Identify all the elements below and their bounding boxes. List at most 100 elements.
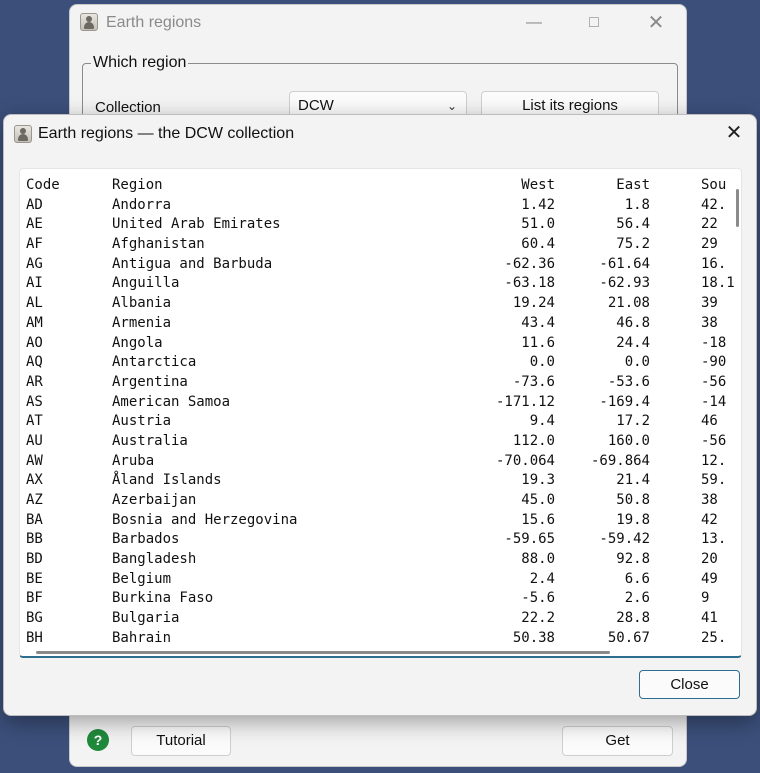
minimize-icon[interactable]: — xyxy=(522,13,546,33)
table-body: Code Region West East Sou AD Andorra 1.42 1… xyxy=(20,176,741,649)
column-header-code[interactable]: Code xyxy=(26,177,60,193)
table-row[interactable]: AO Angola 11.6 24.4 -18 xyxy=(20,334,741,354)
cell-code: AD xyxy=(26,196,43,213)
cell-east: -59.42 xyxy=(599,531,650,548)
table-row[interactable]: BF Burkina Faso -5.6 2.6 9 xyxy=(20,589,741,609)
cell-region: Argentina xyxy=(112,373,188,390)
group-title: Which region xyxy=(91,54,189,72)
cell-west: 2.4 xyxy=(529,570,555,587)
get-button[interactable]: Get xyxy=(562,726,673,756)
cell-code: AS xyxy=(26,393,43,410)
table-row[interactable]: BE Belgium 2.4 6.6 49 xyxy=(20,570,741,590)
help-icon[interactable]: ? xyxy=(87,729,109,751)
cell-south: 41 xyxy=(701,610,718,627)
table-row[interactable]: BA Bosnia and Herzegovina 15.6 19.8 42 xyxy=(20,511,741,531)
regions-table[interactable]: Code Region West East Sou AD Andorra 1.42 1… xyxy=(19,168,742,658)
cell-south: 25. xyxy=(701,629,727,646)
cell-code: BE xyxy=(26,570,43,587)
cell-region: American Samoa xyxy=(112,393,231,410)
cell-west: -59.65 xyxy=(504,531,555,548)
maximize-icon[interactable]: □ xyxy=(582,13,606,33)
dialog-close-icon[interactable]: ✕ xyxy=(722,121,746,145)
table-row[interactable]: AG Antigua and Barbuda -62.36 -61.64 16. xyxy=(20,255,741,275)
column-header-region[interactable]: Region xyxy=(112,177,163,193)
cell-region: Bulgaria xyxy=(112,610,180,627)
cell-west: -5.6 xyxy=(521,590,555,607)
cell-south: 42 xyxy=(701,511,718,528)
table-row[interactable]: BB Barbados -59.65 -59.42 13. xyxy=(20,530,741,550)
table-row[interactable]: BH Bahrain 50.38 50.67 25. xyxy=(20,629,741,649)
regions-dialog: Earth regions — the DCW collection ✕ Cod… xyxy=(3,114,757,716)
cell-east: 6.6 xyxy=(624,570,650,587)
cell-east: 24.4 xyxy=(616,334,650,351)
table-row[interactable]: AF Afghanistan 60.4 75.2 29 xyxy=(20,235,741,255)
cell-region: Australia xyxy=(112,432,188,449)
table-row[interactable]: AQ Antarctica 0.0 0.0 -90 xyxy=(20,353,741,373)
table-row[interactable]: BD Bangladesh 88.0 92.8 20 xyxy=(20,550,741,570)
cell-east: -53.6 xyxy=(607,373,650,390)
cell-west: 50.38 xyxy=(512,629,555,646)
cell-code: AX xyxy=(26,472,43,489)
table-row[interactable]: AZ Azerbaijan 45.0 50.8 38 xyxy=(20,491,741,511)
table-row[interactable]: AM Armenia 43.4 46.8 38 xyxy=(20,314,741,334)
cell-east: -69.864 xyxy=(590,452,650,469)
close-icon[interactable]: ✕ xyxy=(644,13,668,33)
cell-region: Bahrain xyxy=(112,629,172,646)
cell-south: 22 xyxy=(701,216,718,233)
table-row[interactable]: AR Argentina -73.6 -53.6 -56 xyxy=(20,373,741,393)
column-header-south[interactable]: Sou xyxy=(701,177,726,193)
cell-east: 1.8 xyxy=(624,196,650,213)
table-row[interactable]: AT Austria 9.4 17.2 46 xyxy=(20,412,741,432)
cell-region: Bosnia and Herzegovina xyxy=(112,511,298,528)
collection-select-value: DCW xyxy=(298,97,334,114)
cell-east: 0.0 xyxy=(624,354,650,371)
cell-south: -56 xyxy=(701,432,727,449)
horizontal-scrollbar[interactable] xyxy=(36,651,610,654)
cell-region: Barbados xyxy=(112,531,180,548)
background-titlebar: Earth regions — □ ✕ xyxy=(70,5,686,41)
cell-south: 38 xyxy=(701,314,718,331)
table-row[interactable]: AD Andorra 1.42 1.8 42. xyxy=(20,196,741,216)
cell-south: 12. xyxy=(701,452,727,469)
table-row[interactable]: AS American Samoa -171.12 -169.4 -14 xyxy=(20,393,741,413)
table-row[interactable]: AE United Arab Emirates 51.0 56.4 22 xyxy=(20,215,741,235)
cell-code: AR xyxy=(26,373,43,390)
table-row[interactable]: AW Aruba -70.064 -69.864 12. xyxy=(20,452,741,472)
cell-code: AI xyxy=(26,275,43,292)
cell-east: 92.8 xyxy=(616,551,650,568)
cell-east: 75.2 xyxy=(616,236,650,253)
column-header-west[interactable]: West xyxy=(521,177,555,193)
cell-code: AO xyxy=(26,334,43,351)
vertical-scrollbar[interactable] xyxy=(736,189,739,227)
table-row[interactable]: BG Bulgaria 22.2 28.8 41 xyxy=(20,609,741,629)
cell-east: 56.4 xyxy=(616,216,650,233)
cell-code: BB xyxy=(26,531,43,548)
app-icon xyxy=(80,13,98,31)
cell-west: 112.0 xyxy=(512,432,555,449)
cell-east: 2.6 xyxy=(624,590,650,607)
close-button[interactable]: Close xyxy=(639,670,740,699)
table-row[interactable]: AL Albania 19.24 21.08 39 xyxy=(20,294,741,314)
cell-region: Albania xyxy=(112,295,172,312)
cell-south: 59. xyxy=(701,472,727,489)
cell-region: Åland Islands xyxy=(112,472,222,489)
table-row[interactable]: AI Anguilla -63.18 -62.93 18.1 xyxy=(20,274,741,294)
dialog-app-icon xyxy=(14,125,32,143)
cell-code: AT xyxy=(26,413,43,430)
cell-east: -61.64 xyxy=(599,255,650,272)
table-row[interactable]: AU Australia 112.0 160.0 -56 xyxy=(20,432,741,452)
tutorial-button[interactable]: Tutorial xyxy=(131,726,231,756)
cell-west: 51.0 xyxy=(521,216,555,233)
cell-code: AQ xyxy=(26,354,43,371)
cell-west: -63.18 xyxy=(504,275,555,292)
cell-east: -62.93 xyxy=(599,275,650,292)
table-header-row: Code Region West East Sou xyxy=(20,176,741,196)
cell-west: 60.4 xyxy=(521,236,555,253)
cell-east: 21.08 xyxy=(607,295,650,312)
table-row[interactable]: AX Åland Islands 19.3 21.4 59. xyxy=(20,471,741,491)
cell-south: -14 xyxy=(701,393,727,410)
cell-east: 21.4 xyxy=(616,472,650,489)
column-header-east[interactable]: East xyxy=(616,177,650,193)
cell-west: 9.4 xyxy=(529,413,555,430)
cell-code: AZ xyxy=(26,492,43,508)
